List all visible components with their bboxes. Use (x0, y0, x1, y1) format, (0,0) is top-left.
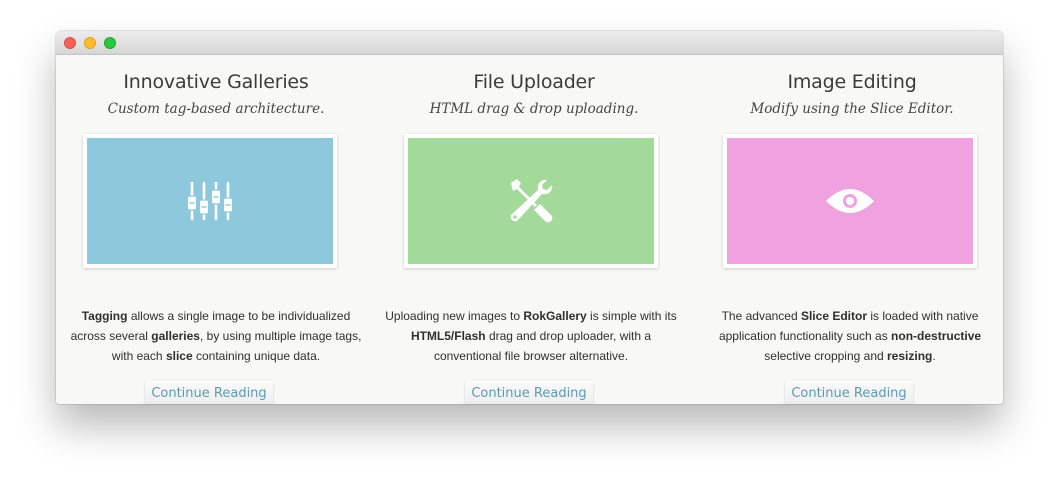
feature-title: Image Editing (787, 71, 917, 93)
feature-image (727, 138, 973, 264)
feature-image-frame (83, 134, 337, 268)
browser-window: Innovative Galleries Custom tag-based ar… (56, 31, 1003, 404)
description-emphasis: RokGallery (523, 309, 587, 323)
continue-reading-button[interactable]: Continue Reading (465, 380, 593, 404)
feature-title: Innovative Galleries (123, 71, 309, 93)
feature-description: Tagging allows a single image to be indi… (66, 306, 366, 366)
continue-reading-button[interactable]: Continue Reading (785, 380, 913, 404)
close-window-button[interactable] (64, 37, 76, 49)
description-text: containing unique data. (192, 349, 321, 363)
zoom-window-button[interactable] (104, 37, 116, 49)
feature-description: Uploading new images to RokGallery is si… (381, 306, 681, 366)
description-text: The advanced (721, 309, 801, 323)
description-emphasis: Slice Editor (800, 309, 867, 323)
description-emphasis: resizing (887, 349, 933, 363)
feature-subtitle: Custom tag-based architecture. (107, 101, 325, 117)
description-emphasis: slice (165, 349, 193, 363)
feature-image-frame (723, 134, 977, 268)
feature-title: File Uploader (473, 71, 595, 93)
description-emphasis: galleries (151, 329, 200, 343)
description-emphasis: non-destructive (891, 329, 982, 343)
feature-subtitle: HTML drag & drop uploading. (429, 101, 639, 117)
feature-description: The advanced Slice Editor is loaded with… (700, 306, 1000, 366)
feature-column-uploader: File Uploader HTML drag & drop uploading… (374, 54, 694, 404)
feature-column-galleries: Innovative Galleries Custom tag-based ar… (56, 54, 376, 404)
continue-reading-button[interactable]: Continue Reading (145, 380, 273, 404)
title-bar (56, 31, 1003, 55)
feature-subtitle: Modify using the Slice Editor. (750, 101, 954, 117)
feature-image (87, 138, 333, 264)
description-text: is simple with its (586, 309, 677, 323)
description-emphasis: HTML5/Flash (410, 329, 486, 343)
wrench-screwdriver-icon (510, 179, 553, 223)
sliders-icon (186, 181, 234, 221)
description-text: Uploading new images to (385, 309, 524, 323)
minimize-window-button[interactable] (84, 37, 96, 49)
description-text: selective cropping and (764, 349, 888, 363)
description-emphasis: Tagging (81, 309, 128, 323)
feature-image-frame (404, 134, 658, 268)
feature-image (408, 138, 654, 264)
eye-icon (826, 189, 874, 213)
description-text: . (932, 349, 936, 363)
feature-column-editing: Image Editing Modify using the Slice Edi… (692, 54, 1003, 404)
